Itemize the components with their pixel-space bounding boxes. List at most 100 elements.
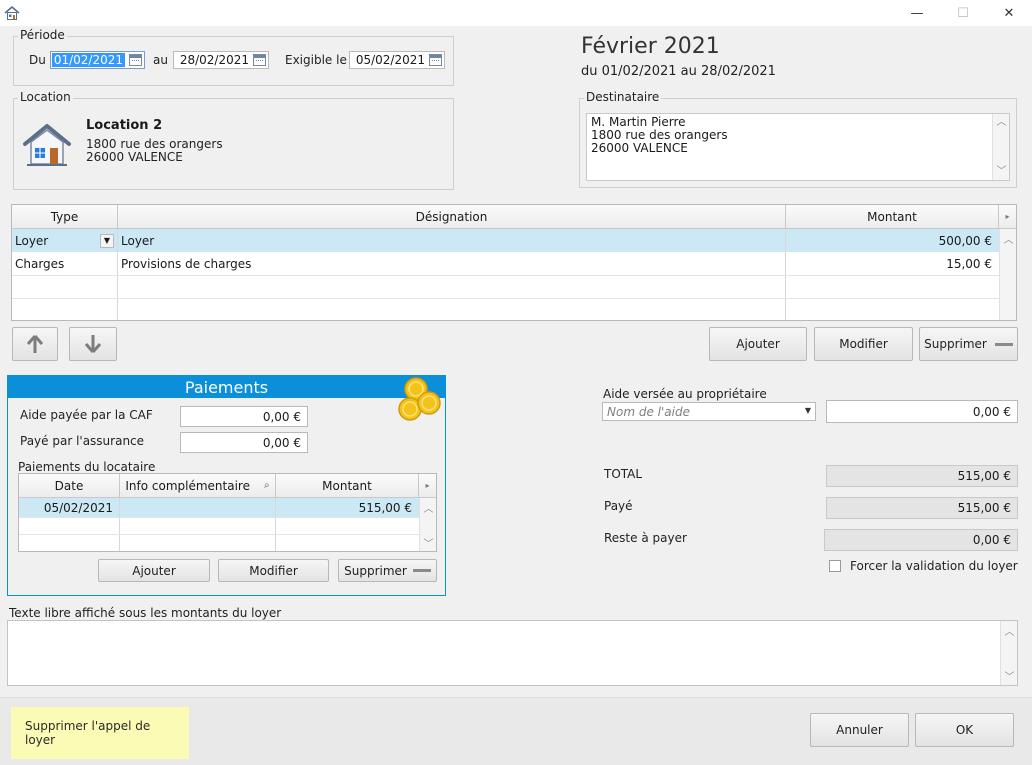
lignes-modifier-button[interactable]: Modifier bbox=[814, 327, 913, 361]
cell-montant[interactable]: 15,00 € bbox=[786, 252, 999, 275]
paiements-locataire-label: Paiements du locataire bbox=[18, 460, 156, 474]
assurance-input[interactable]: 0,00 € bbox=[180, 432, 308, 453]
texte-libre-scrollbar[interactable]: ︿ ﹀ bbox=[1000, 621, 1017, 685]
aide-select-placeholder: Nom de l'aide bbox=[607, 405, 690, 419]
cell-montant[interactable]: 515,00 € bbox=[276, 498, 419, 517]
cell-montant[interactable]: 500,00 € bbox=[786, 229, 999, 252]
cell-type[interactable]: Loyer ▼ bbox=[12, 229, 118, 252]
month-title: Février 2021 bbox=[581, 34, 720, 59]
ok-button[interactable]: OK bbox=[915, 713, 1014, 747]
column-menu-icon[interactable]: ▸ bbox=[419, 474, 436, 497]
location-title: Location bbox=[18, 90, 73, 104]
texte-libre-label: Texte libre affiché sous les montants du… bbox=[9, 606, 282, 620]
table-row-empty bbox=[19, 534, 419, 551]
exigible-label: Exigible le bbox=[285, 53, 347, 67]
lignes-grid: Type Désignation Montant ▸ Loyer ▼ Loyer… bbox=[11, 204, 1017, 321]
du-date-value: 01/02/2021 bbox=[51, 53, 125, 67]
lignes-ajouter-button[interactable]: Ajouter bbox=[709, 327, 807, 361]
du-label: Du bbox=[29, 53, 46, 67]
total-label: TOTAL bbox=[604, 467, 643, 481]
type-dropdown-icon[interactable]: ▼ bbox=[100, 233, 114, 248]
minus-icon bbox=[994, 342, 1013, 346]
scroll-down-icon[interactable]: ﹀ bbox=[420, 535, 437, 550]
paiements-grid: Date Info complémentaire ⌕ Montant ▸ 05/… bbox=[18, 473, 437, 552]
aide-montant-input[interactable]: 0,00 € bbox=[826, 400, 1018, 423]
column-type[interactable]: Type bbox=[12, 205, 118, 228]
maximize-button[interactable]: ☐ bbox=[940, 0, 986, 26]
table-row[interactable]: Loyer ▼ Loyer 500,00 € bbox=[12, 229, 999, 252]
location-group bbox=[13, 98, 454, 190]
scroll-down-icon[interactable]: ﹀ bbox=[1001, 668, 1018, 683]
cell-info[interactable] bbox=[120, 498, 276, 517]
au-date-value: 28/02/2021 bbox=[179, 53, 249, 67]
move-up-button[interactable] bbox=[12, 327, 58, 361]
du-date-field[interactable]: 01/02/2021 bbox=[50, 51, 145, 69]
location-address2: 26000 VALENCE bbox=[86, 150, 183, 164]
month-range: du 01/02/2021 au 28/02/2021 bbox=[581, 64, 776, 79]
lignes-supprimer-label: Supprimer bbox=[924, 337, 987, 351]
reste-value: 0,00 € bbox=[824, 529, 1018, 551]
column-montant[interactable]: Montant bbox=[276, 474, 419, 497]
cell-empty bbox=[19, 518, 120, 534]
supprimer-appel-highlight: Supprimer l'appel de loyer bbox=[11, 707, 189, 759]
column-date[interactable]: Date bbox=[19, 474, 120, 497]
cell-empty bbox=[12, 276, 118, 298]
scroll-down-icon[interactable]: ﹀ bbox=[993, 165, 1010, 178]
paiements-scrollbar[interactable]: ︿ ﹀ bbox=[419, 498, 436, 551]
paiements-modifier-button[interactable]: Modifier bbox=[218, 559, 329, 582]
cell-date[interactable]: 05/02/2021 bbox=[19, 498, 120, 517]
cell-empty bbox=[12, 299, 118, 320]
paye-label: Payé bbox=[604, 499, 633, 513]
calendar-icon[interactable] bbox=[129, 54, 142, 66]
supprimer-appel-button[interactable]: Supprimer l'appel de loyer bbox=[25, 716, 175, 750]
cell-empty bbox=[120, 518, 276, 534]
cell-designation[interactable]: Provisions de charges bbox=[118, 252, 786, 275]
cell-type[interactable]: Charges bbox=[12, 252, 118, 275]
exigible-date-field[interactable]: 05/02/2021 bbox=[349, 51, 445, 69]
lignes-scrollbar[interactable]: ︿ bbox=[999, 229, 1016, 320]
minimize-button[interactable]: — bbox=[894, 0, 940, 26]
aide-label: Aide versée au propriétaire bbox=[603, 387, 767, 401]
column-montant[interactable]: Montant bbox=[786, 205, 999, 228]
move-down-button[interactable] bbox=[69, 327, 117, 361]
table-row[interactable]: Charges Provisions de charges 15,00 € bbox=[12, 252, 999, 275]
au-date-field[interactable]: 28/02/2021 bbox=[173, 51, 269, 69]
assurance-label: Payé par l'assurance bbox=[20, 434, 145, 448]
table-row-empty bbox=[12, 298, 999, 320]
search-icon[interactable]: ⌕ bbox=[264, 480, 270, 491]
table-row[interactable]: 05/02/2021 515,00 € bbox=[19, 498, 419, 517]
aide-select[interactable]: Nom de l'aide ▼ bbox=[602, 402, 816, 421]
minus-icon bbox=[412, 569, 431, 572]
cell-empty bbox=[118, 299, 786, 320]
scroll-up-icon[interactable]: ︿ bbox=[420, 500, 437, 515]
lignes-supprimer-button[interactable]: Supprimer bbox=[919, 327, 1018, 361]
table-row-empty bbox=[19, 517, 419, 534]
calendar-icon[interactable] bbox=[253, 54, 266, 66]
lignes-grid-header: Type Désignation Montant ▸ bbox=[12, 205, 1016, 229]
caf-label: Aide payée par la CAF bbox=[20, 408, 153, 422]
paiements-supprimer-button[interactable]: Supprimer bbox=[338, 559, 437, 582]
cell-empty bbox=[120, 535, 276, 551]
column-designation[interactable]: Désignation bbox=[118, 205, 786, 228]
cell-designation[interactable]: Loyer bbox=[118, 229, 786, 252]
paiements-ajouter-button[interactable]: Ajouter bbox=[98, 559, 210, 582]
cell-empty bbox=[118, 276, 786, 298]
calendar-icon[interactable] bbox=[429, 54, 442, 66]
column-menu-icon[interactable]: ▸ bbox=[999, 205, 1016, 228]
scroll-up-icon[interactable]: ︿ bbox=[1001, 623, 1018, 638]
paiements-supprimer-label: Supprimer bbox=[344, 563, 407, 578]
app-house-icon bbox=[4, 5, 20, 21]
annuler-button[interactable]: Annuler bbox=[810, 713, 909, 747]
caf-input[interactable]: 0,00 € bbox=[180, 406, 308, 427]
texte-libre-textarea[interactable]: ︿ ﹀ bbox=[7, 620, 1018, 686]
destinataire-textarea[interactable]: M. Martin Pierre 1800 rue des orangers 2… bbox=[586, 113, 1010, 181]
column-info[interactable]: Info complémentaire ⌕ bbox=[120, 474, 276, 497]
forcer-checkbox[interactable] bbox=[829, 560, 841, 572]
paiements-grid-header: Date Info complémentaire ⌕ Montant ▸ bbox=[19, 474, 436, 498]
scroll-up-icon[interactable]: ︿ bbox=[1000, 231, 1017, 246]
scroll-up-icon[interactable]: ︿ bbox=[993, 116, 1010, 129]
destinataire-scrollbar[interactable]: ︿ ﹀ bbox=[992, 114, 1009, 180]
location-address1: 1800 rue des orangers bbox=[86, 137, 223, 151]
column-info-label: Info complémentaire bbox=[125, 478, 250, 493]
close-button[interactable]: ✕ bbox=[986, 0, 1032, 26]
